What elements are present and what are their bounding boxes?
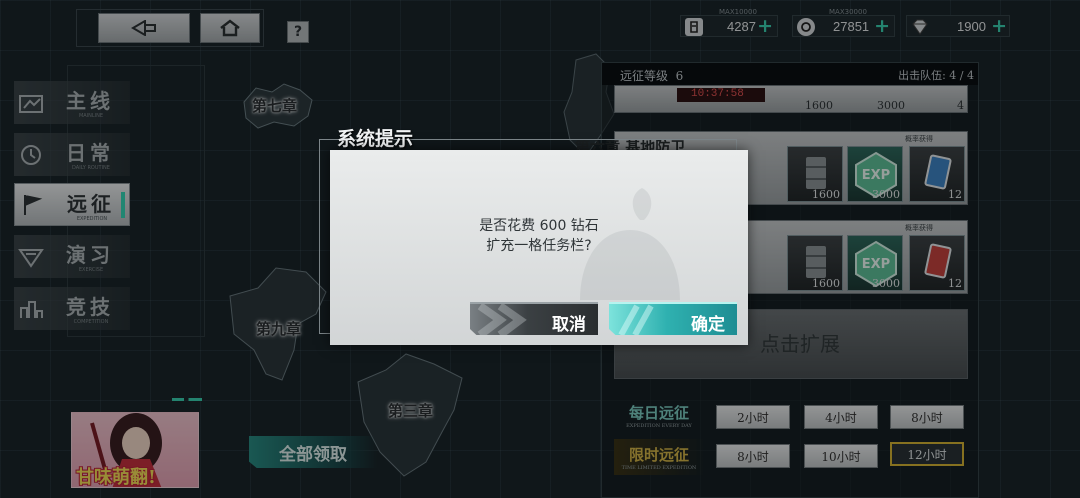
cancel-label: 取消	[552, 315, 586, 335]
confirm-stripe-icon	[618, 304, 654, 335]
dialog-message-line1: 是否花费 600 钻石	[479, 218, 599, 234]
confirm-button[interactable]: 确定	[609, 302, 737, 335]
dialog-message-line2: 扩充一格任务栏?	[486, 238, 592, 254]
cancel-x-icon	[477, 304, 527, 335]
system-dialog: 是否花费 600 钻石 扩充一格任务栏? 取消 确定	[330, 150, 748, 345]
confirm-label: 确定	[691, 315, 725, 335]
dialog-title: 系统提示	[337, 128, 414, 150]
cancel-button[interactable]: 取消	[470, 302, 598, 335]
